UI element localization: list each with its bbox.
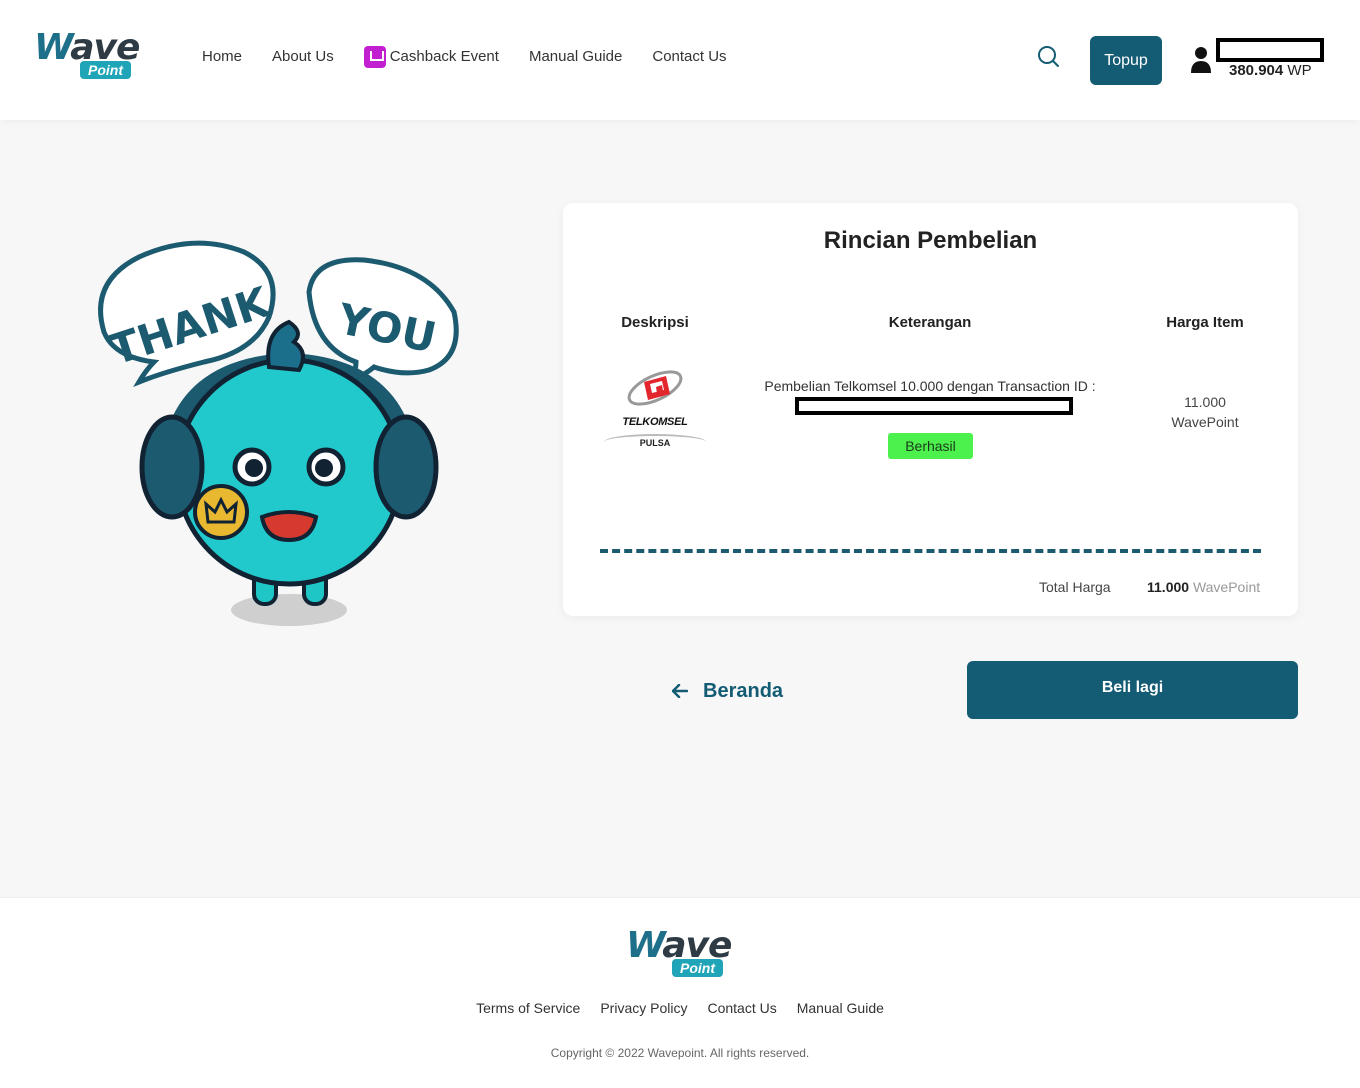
- nav-manual[interactable]: Manual Guide: [529, 46, 622, 68]
- total-value: 11.000 WavePoint: [1147, 579, 1260, 595]
- status-badge: Berhasil: [888, 433, 973, 459]
- transaction-id-redacted: [795, 397, 1073, 415]
- col-header-info: Keterangan: [888, 314, 972, 331]
- item-price-unit: WavePoint: [1171, 414, 1239, 430]
- dashed-divider: [600, 549, 1261, 553]
- buy-again-button[interactable]: Beli lagi: [967, 661, 1298, 719]
- footer-privacy-link[interactable]: Privacy Policy: [600, 1000, 687, 1016]
- back-home-label: Beranda: [703, 679, 784, 702]
- balance-unit: WP: [1287, 62, 1312, 79]
- thank-you-illustration: THANK YOU: [98, 240, 459, 626]
- logo-initial: W: [34, 27, 71, 68]
- telkomsel-brand: TELKOMSEL: [622, 416, 688, 428]
- nav-contact[interactable]: Contact Us: [652, 46, 726, 68]
- total-amount: 11.000: [1147, 579, 1190, 595]
- footer-links: Terms of Service Privacy Policy Contact …: [0, 1000, 1360, 1016]
- user-icon[interactable]: [1190, 46, 1212, 74]
- item-price-value: 11.000: [1184, 394, 1226, 410]
- nav-home[interactable]: Home: [202, 46, 242, 68]
- nav-cashback-label: Cashback Event: [389, 48, 499, 65]
- telkomsel-logo: TELKOMSEL PULSA: [604, 360, 706, 452]
- footer-terms-link[interactable]: Terms of Service: [476, 1000, 580, 1016]
- item-price: 11.000 WavePoint: [1155, 392, 1255, 432]
- col-header-desc: Deskripsi: [621, 314, 689, 331]
- footer-contact-link[interactable]: Contact Us: [707, 1000, 776, 1016]
- balance: 380.904 WP: [1229, 62, 1312, 79]
- product-type: PULSA: [604, 434, 706, 448]
- purchase-title: Rincian Pembelian: [823, 227, 1038, 254]
- footer-manual-link[interactable]: Manual Guide: [797, 1000, 884, 1016]
- total-label: Total Harga: [1039, 579, 1111, 595]
- main-nav: Home About Us Cashback Event Manual Guid…: [202, 46, 757, 68]
- purchase-details-card: Rincian Pembelian Deskripsi Keterangan H…: [563, 203, 1298, 616]
- gift-icon: [363, 46, 386, 68]
- footer-logo[interactable]: Wave Point: [626, 926, 738, 980]
- copyright: Copyright © 2022 Wavepoint. All rights r…: [550, 1046, 810, 1060]
- balance-value: 380.904: [1229, 62, 1284, 79]
- back-home-link[interactable]: Beranda: [672, 678, 783, 704]
- logo-pill: Point: [80, 61, 131, 79]
- telkomsel-mark-icon: [627, 370, 683, 406]
- item-description: Pembelian Telkomsel 10.000 dengan Transa…: [764, 378, 1096, 394]
- footer: Wave Point Terms of Service Privacy Poli…: [0, 897, 1360, 1088]
- footer-logo-pill: Point: [672, 959, 723, 977]
- nav-about[interactable]: About Us: [272, 46, 334, 68]
- col-header-price: Harga Item: [1166, 314, 1244, 331]
- header: Wave Point Home About Us Cashback Event …: [0, 0, 1360, 120]
- brand-logo[interactable]: Wave Point: [34, 28, 146, 82]
- search-icon[interactable]: [1036, 44, 1060, 68]
- footer-logo-initial: W: [626, 925, 663, 966]
- arrow-left-icon: [672, 684, 688, 698]
- total-unit: WavePoint: [1192, 579, 1261, 595]
- topup-button[interactable]: Topup: [1090, 36, 1162, 85]
- nav-cashback[interactable]: Cashback Event: [363, 46, 499, 68]
- username-redacted[interactable]: [1216, 38, 1324, 62]
